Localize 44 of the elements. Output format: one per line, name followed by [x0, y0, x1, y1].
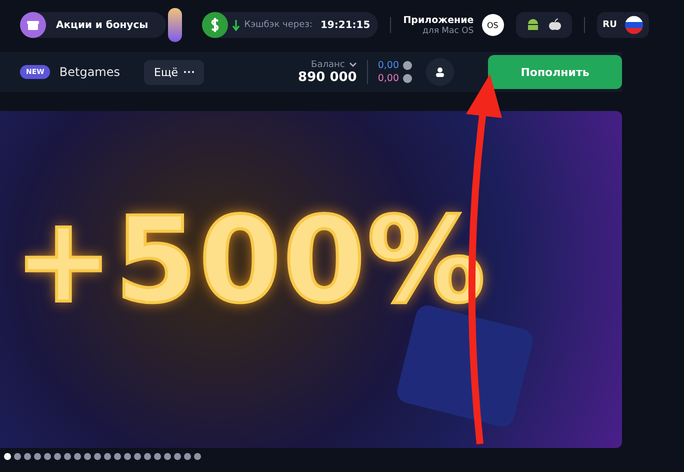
slider-dot[interactable] — [24, 453, 31, 460]
slider-dot[interactable] — [74, 453, 81, 460]
app-subtitle: для Mac OS — [422, 26, 474, 36]
language-selector[interactable]: RU — [596, 12, 649, 38]
slider-dot[interactable] — [44, 453, 51, 460]
android-icon[interactable] — [526, 18, 540, 32]
promo-label: Акции и бонусы — [56, 20, 148, 30]
apple-icon[interactable] — [548, 18, 562, 32]
slider-dot[interactable] — [184, 453, 191, 460]
bonus-balance: 0,00 — [378, 60, 399, 71]
user-button[interactable] — [426, 58, 454, 86]
slider-dot[interactable] — [164, 453, 171, 460]
slider-dot[interactable] — [84, 453, 91, 460]
slider-dot[interactable] — [104, 453, 111, 460]
slider-dot[interactable] — [4, 453, 11, 460]
user-icon — [435, 67, 445, 77]
app-title: Приложение — [403, 14, 474, 26]
slider-dot[interactable] — [64, 453, 71, 460]
down-arrow-icon — [232, 20, 240, 30]
slider-dot[interactable] — [134, 453, 141, 460]
macos-badge[interactable]: OS — [482, 14, 504, 36]
promo-pill[interactable]: Акции и бонусы — [20, 12, 166, 38]
slider-dot[interactable] — [154, 453, 161, 460]
balance-amount: 890 000 — [298, 70, 357, 84]
cashback-timer: 19:21:15 — [320, 20, 370, 30]
slider-dot[interactable] — [54, 453, 61, 460]
slider-dot[interactable] — [14, 453, 21, 460]
balance-label[interactable]: Баланс — [311, 60, 345, 70]
bonus-balance: 0,00 — [378, 73, 399, 84]
language-code: RU — [602, 20, 617, 30]
slider-dot[interactable] — [114, 453, 121, 460]
more-button[interactable]: Ещё — [144, 60, 204, 84]
slider-dot[interactable] — [144, 453, 151, 460]
chevron-down-icon[interactable] — [348, 62, 357, 67]
betgames-link[interactable]: Betgames — [59, 65, 120, 79]
slider-dot[interactable] — [124, 453, 131, 460]
gift-icon — [20, 12, 46, 38]
slider-dot[interactable] — [94, 453, 101, 460]
slider-dot[interactable] — [174, 453, 181, 460]
slider-dot[interactable] — [34, 453, 41, 460]
money-coin-icon — [202, 12, 228, 38]
slider-dot[interactable] — [194, 453, 201, 460]
cashback-label: Кэшбэк через: — [244, 20, 312, 30]
flag-icon — [624, 16, 643, 34]
